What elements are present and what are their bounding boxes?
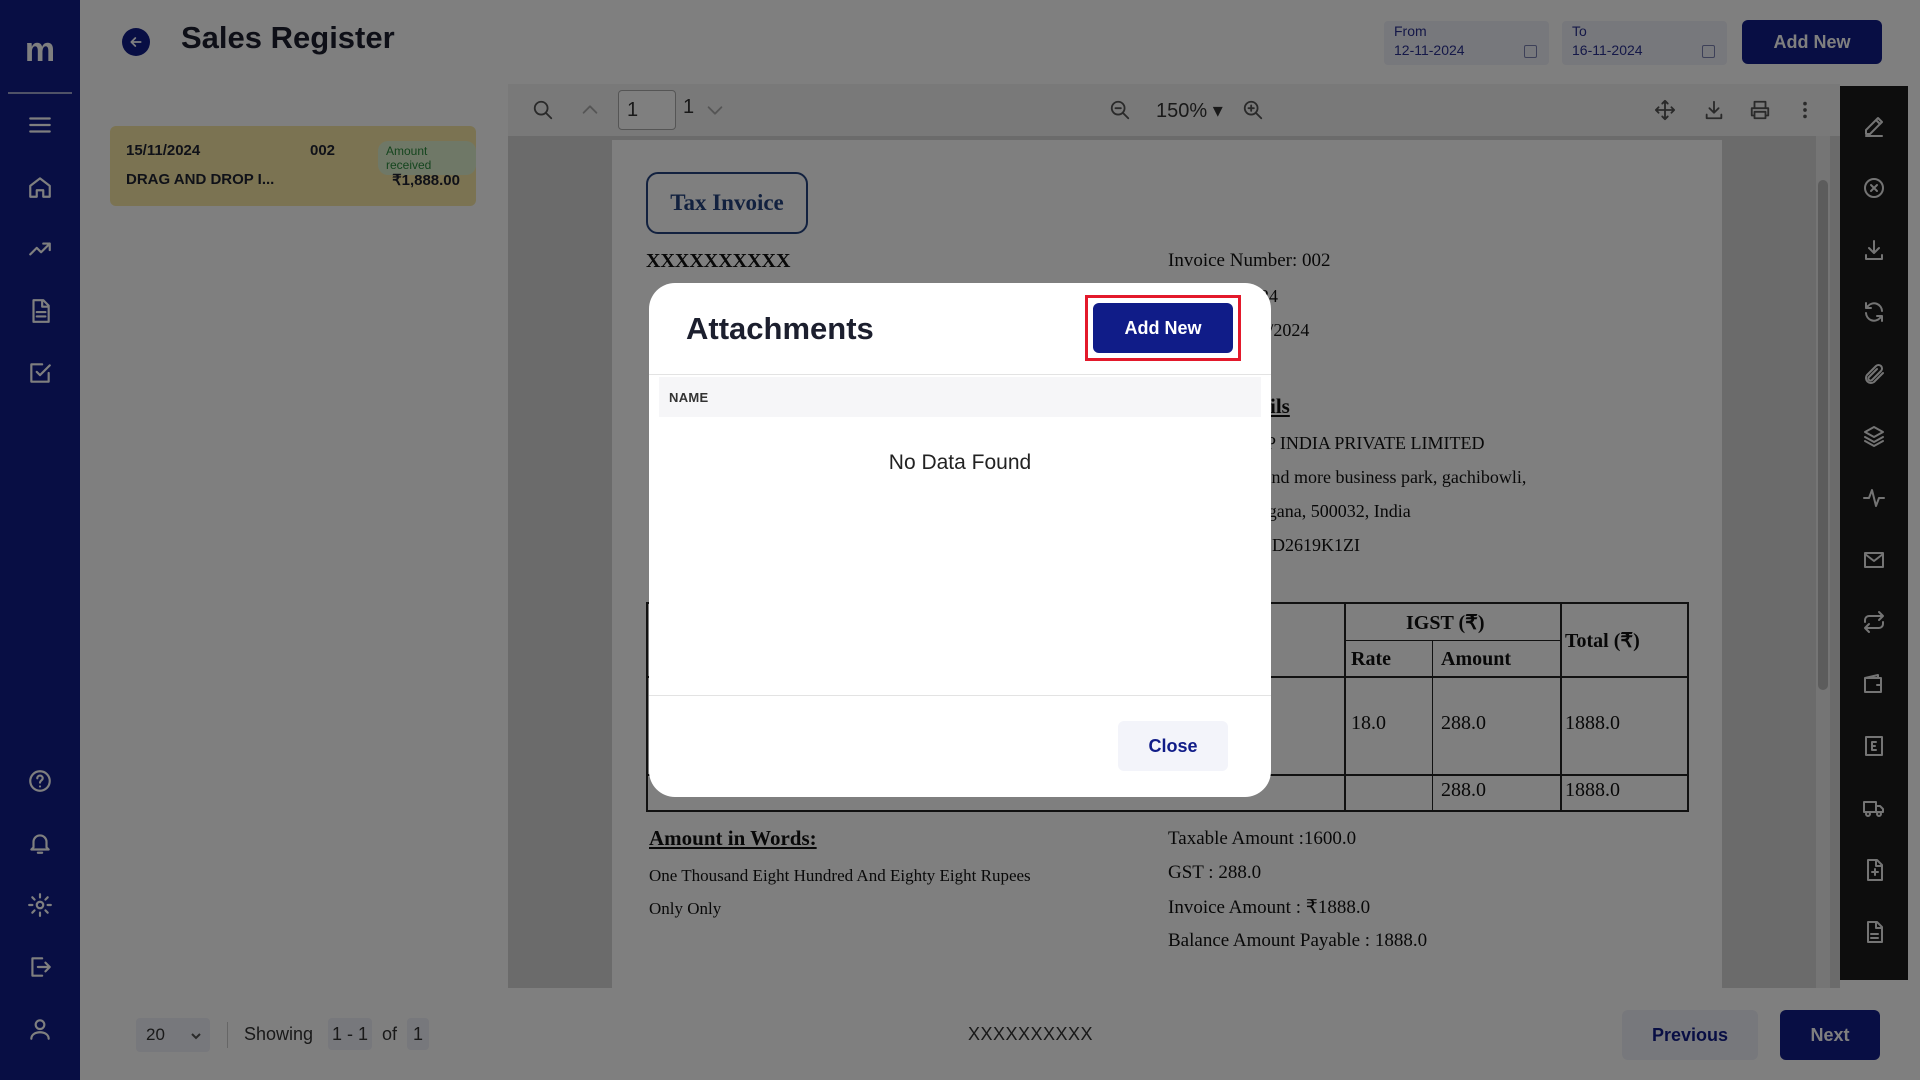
empty-state-text: No Data Found bbox=[888, 451, 1032, 474]
modal-title: Attachments bbox=[686, 311, 874, 346]
close-button[interactable]: Close bbox=[1118, 721, 1228, 771]
modal-divider bbox=[649, 374, 1271, 375]
add-attachment-button[interactable]: Add New bbox=[1093, 303, 1233, 353]
attachments-modal: Attachments Add New NAME No Data Found C… bbox=[649, 283, 1271, 797]
column-header-name[interactable]: NAME bbox=[659, 377, 1261, 417]
modal-divider bbox=[649, 695, 1271, 696]
